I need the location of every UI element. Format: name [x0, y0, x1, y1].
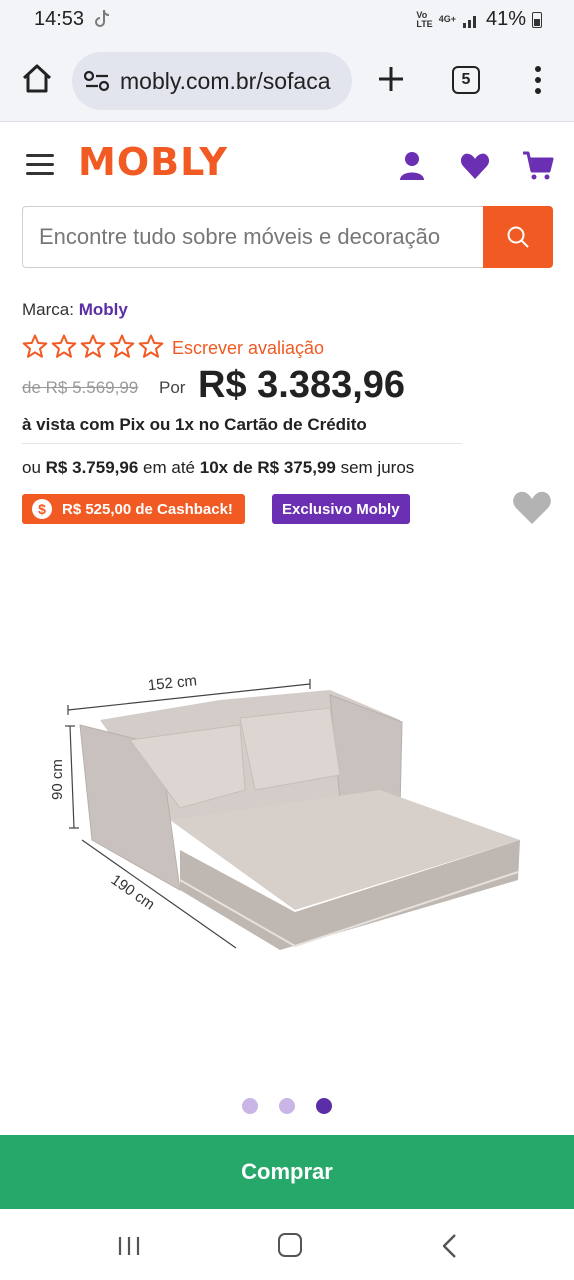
write-review-link[interactable]: Escrever avaliação [172, 338, 324, 359]
site-settings-icon[interactable] [84, 70, 110, 92]
status-time: 14:53 [34, 8, 85, 30]
status-bar: 14:53 Vo LTE 4G+ 41% [0, 0, 574, 40]
search-input[interactable] [22, 206, 484, 268]
new-tab-plus-icon[interactable] [376, 64, 406, 94]
hamburger-menu-icon[interactable] [26, 154, 54, 178]
wishlist-heart-icon[interactable] [512, 490, 552, 526]
home-nav-icon[interactable] [278, 1233, 302, 1257]
user-account-icon[interactable] [398, 150, 426, 182]
current-price: R$ 3.383,96 [198, 364, 406, 406]
browser-toolbar: mobly.com.br/sofaca 5 [0, 40, 574, 122]
buy-button[interactable]: Comprar [0, 1135, 574, 1209]
carousel-dot-active[interactable] [316, 1098, 332, 1114]
more-options-icon[interactable] [530, 66, 546, 96]
star-empty-icon [22, 334, 48, 358]
star-empty-icon [138, 334, 164, 358]
product-image[interactable]: 152 cm 90 cm 190 cm [40, 650, 540, 970]
volte-icon: Vo LTE [416, 9, 433, 29]
installments-count: 10x de R$ 375,99 [199, 458, 336, 477]
brand-label: Marca: [22, 300, 74, 319]
battery-icon [532, 11, 542, 28]
installments-middle: em até [143, 458, 196, 477]
brand-link[interactable]: Mobly [79, 300, 128, 319]
rating-stars [22, 334, 164, 359]
carousel-dot[interactable] [242, 1098, 258, 1114]
star-empty-icon [51, 334, 77, 358]
status-indicators: Vo LTE 4G+ 41% [416, 8, 542, 31]
star-empty-icon [109, 334, 135, 358]
carousel-dot[interactable] [279, 1098, 295, 1114]
star-empty-icon [80, 334, 106, 358]
payment-note: à vista com Pix ou 1x no Cartão de Crédi… [22, 415, 367, 434]
carousel-dots [242, 1098, 332, 1114]
home-icon[interactable] [20, 62, 54, 96]
battery-percent: 41% [485, 8, 526, 30]
installments-total: R$ 3.759,96 [45, 458, 139, 477]
cashback-badge: $ R$ 525,00 de Cashback! [22, 494, 245, 524]
url-text: mobly.com.br/sofaca [120, 68, 331, 94]
dimension-width-label: 152 cm [147, 672, 198, 694]
search-button[interactable] [483, 206, 553, 268]
exclusive-badge: Exclusivo Mobly [272, 494, 410, 524]
divider [22, 443, 462, 444]
signal-icon [462, 15, 476, 28]
brand-line: Marca: Mobly [22, 300, 128, 320]
tiktok-icon [95, 9, 110, 27]
mobly-logo[interactable]: MOBLY [78, 140, 228, 184]
installments-line: ou R$ 3.759,96 em até 10x de R$ 375,99 s… [22, 458, 414, 478]
address-bar[interactable]: mobly.com.br/sofaca [72, 52, 352, 110]
favorites-heart-icon[interactable] [460, 152, 490, 180]
search-icon [507, 226, 529, 248]
cashback-text: R$ 525,00 de Cashback! [62, 500, 233, 518]
system-nav-bar [0, 1209, 574, 1280]
dimension-depth-label: 190 cm [108, 871, 158, 913]
installments-suffix: sem juros [340, 458, 415, 477]
cashback-coin-icon: $ [32, 499, 52, 519]
shopping-cart-icon[interactable] [522, 150, 554, 182]
back-icon[interactable] [440, 1233, 460, 1259]
price-prefix: Por [159, 378, 186, 397]
old-price: de R$ 5.569,99 [22, 378, 139, 397]
tab-switcher-button[interactable]: 5 [452, 66, 480, 94]
dimension-height-label: 90 cm [49, 759, 66, 800]
installments-prefix: ou [22, 458, 41, 477]
recent-apps-icon[interactable] [116, 1235, 142, 1257]
network-type-icon: 4G+ [438, 14, 456, 24]
